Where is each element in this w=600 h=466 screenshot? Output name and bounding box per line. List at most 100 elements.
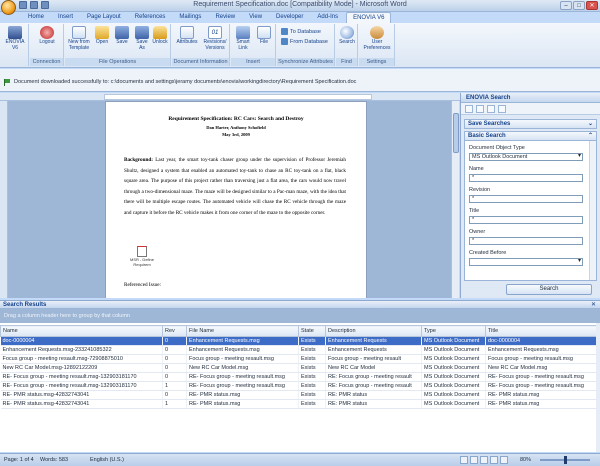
table-row[interactable]: New RC Car Model.msg-12892122209 0 New RC … <box>0 363 597 373</box>
table-cell: Focus group - meeting resault.msg <box>186 354 299 364</box>
table-cell: New RC Car Model.msg-12892122209 <box>0 363 163 373</box>
logout-button[interactable]: Logout <box>34 26 60 46</box>
open-button[interactable]: Open <box>93 26 111 46</box>
full-screen-icon[interactable] <box>470 456 478 464</box>
column-header[interactable]: Description <box>325 325 422 337</box>
office-button[interactable] <box>1 0 16 15</box>
user-preferences-button[interactable]: User Preferences <box>362 26 392 51</box>
search-button-ribbon[interactable]: Search <box>338 26 356 46</box>
zoom-slider-handle[interactable] <box>564 456 567 464</box>
document-authors: Dan Harter, Anthony Schofield <box>206 125 266 130</box>
draft-icon[interactable] <box>500 456 508 464</box>
minimize-button[interactable]: – <box>560 1 572 10</box>
panel-tool-icon[interactable] <box>498 105 506 113</box>
group-document-information: Attributes 01 Revisions/ Versions Docume… <box>172 24 230 66</box>
tab-references[interactable]: References <box>129 12 172 23</box>
name-input[interactable]: * <box>469 174 583 182</box>
table-cell: MS Outlook Document <box>421 372 486 382</box>
to-database-button[interactable]: To Database <box>281 28 321 35</box>
horizontal-ruler[interactable] <box>0 93 460 101</box>
column-header[interactable]: Title <box>485 325 597 337</box>
basic-search-section[interactable]: Basic Search ⌃ <box>464 131 597 141</box>
zoom-slider[interactable] <box>540 456 590 464</box>
vertical-ruler[interactable] <box>0 101 8 298</box>
tab-insert[interactable]: Insert <box>52 12 79 23</box>
table-cell: 0 <box>162 390 187 400</box>
tab-enovia[interactable]: ENOVIA V6 <box>346 12 392 23</box>
maximize-button[interactable]: □ <box>573 1 585 10</box>
column-header[interactable]: Rev <box>162 325 187 337</box>
table-row[interactable]: RE- Focus group - meeting resault.msg-13… <box>0 372 597 382</box>
table-cell: RE- PMR status.msg-42832743041 <box>0 390 163 400</box>
unlock-button[interactable]: Unlock <box>151 26 169 46</box>
page-count[interactable]: Page: 1 of 4 <box>4 457 34 463</box>
insert-file-button[interactable]: File <box>255 26 273 46</box>
panel-tool-icon[interactable] <box>465 105 473 113</box>
table-row[interactable]: RE- PMR status.msg-42832743041 1 RE- PMR s… <box>0 399 597 409</box>
table-cell: MS Outlook Document <box>421 390 486 400</box>
smart-link-button[interactable]: Smart Link <box>233 26 253 51</box>
document-date: May 3rd, 2009 <box>222 132 250 137</box>
web-layout-icon[interactable] <box>480 456 488 464</box>
scroll-thumb[interactable] <box>453 113 459 153</box>
ribbon-tabs: Home Insert Page Layout References Maili… <box>22 12 392 23</box>
table-row[interactable]: doc-0000004 0 Enhancement Requests.msg Exis… <box>0 336 597 346</box>
from-database-icon <box>281 38 288 45</box>
zoom-level[interactable]: 80% <box>520 457 531 463</box>
tab-review[interactable]: Review <box>209 12 241 23</box>
table-row[interactable]: Focus group - meeting resault.msg-729088… <box>0 354 597 364</box>
table-cell: MS Outlook Document <box>421 381 486 391</box>
table-cell: New RC Car Model <box>325 363 422 373</box>
attributes-button[interactable]: Attributes <box>174 26 200 46</box>
panel-tool-icon[interactable] <box>476 105 484 113</box>
document-page[interactable]: Requirement Specification: RC Cars: Sear… <box>105 101 367 298</box>
revisions-versions-button[interactable]: 01 Revisions/ Versions <box>201 26 229 51</box>
tab-mailings[interactable]: Mailings <box>173 12 207 23</box>
created-before-select[interactable] <box>469 258 583 266</box>
table-cell: New RC Car Model.msg <box>186 363 299 373</box>
column-header[interactable]: File Name <box>186 325 299 337</box>
embedded-object[interactable]: MSR - Define Requirem <box>128 246 156 267</box>
new-from-template-button[interactable]: New from Template <box>67 26 91 51</box>
title-input[interactable]: * <box>469 216 583 224</box>
form-scrollbar[interactable] <box>589 141 596 280</box>
table-row[interactable]: RE- PMR status.msg-42832743041 0 RE- PMR s… <box>0 390 597 400</box>
document-scrollbar[interactable] <box>451 101 459 298</box>
tab-home[interactable]: Home <box>22 12 50 23</box>
revision-input[interactable]: * <box>469 195 583 203</box>
results-table: Name Rev File Name State Description Type Titl… <box>0 325 597 409</box>
enovia-logo: ENOVIA V6 <box>4 26 26 51</box>
table-cell: Enhancement Requests.msg <box>186 336 299 346</box>
column-header[interactable]: Name <box>0 325 163 337</box>
tab-developer[interactable]: Developer <box>270 12 309 23</box>
word-count[interactable]: Words: 583 <box>40 457 68 463</box>
close-button[interactable]: ✕ <box>586 1 598 10</box>
tab-view[interactable]: View <box>243 12 268 23</box>
table-cell: RE- Focus group - meeting resault.msg <box>186 372 299 382</box>
results-scrollbar[interactable] <box>596 323 600 452</box>
tab-page-layout[interactable]: Page Layout <box>81 12 127 23</box>
tab-add-ins[interactable]: Add-Ins <box>311 12 344 23</box>
from-database-button[interactable]: From Database <box>281 38 328 45</box>
column-header[interactable]: State <box>298 325 326 337</box>
outline-icon[interactable] <box>490 456 498 464</box>
table-row[interactable]: Enhancement Requests.msg-233241085322 0 En… <box>0 345 597 355</box>
print-layout-icon[interactable] <box>460 456 468 464</box>
save-as-button[interactable]: Save As <box>133 26 151 51</box>
search-icon <box>340 26 354 39</box>
saved-searches-section[interactable]: Save Searches ⌄ <box>464 119 597 129</box>
save-button[interactable]: Save <box>113 26 131 46</box>
language[interactable]: English (U.S.) <box>90 457 124 463</box>
close-icon[interactable]: ✕ <box>591 301 596 309</box>
owner-input[interactable]: * <box>469 237 583 245</box>
field-label: Document Object Type <box>469 145 525 151</box>
column-header[interactable]: Type <box>421 325 486 337</box>
document-type-select[interactable]: MS Outlook Document <box>469 153 583 161</box>
panel-tool-icon[interactable] <box>487 105 495 113</box>
search-button[interactable]: Search <box>506 284 592 295</box>
embedded-object-label: MSR - Define Requirem <box>129 257 154 267</box>
table-cell: Exists <box>298 363 326 373</box>
table-row[interactable]: RE- Focus group - meeting resault.msg-13… <box>0 381 597 391</box>
table-cell: 0 <box>162 345 187 355</box>
table-cell: MS Outlook Document <box>421 354 486 364</box>
